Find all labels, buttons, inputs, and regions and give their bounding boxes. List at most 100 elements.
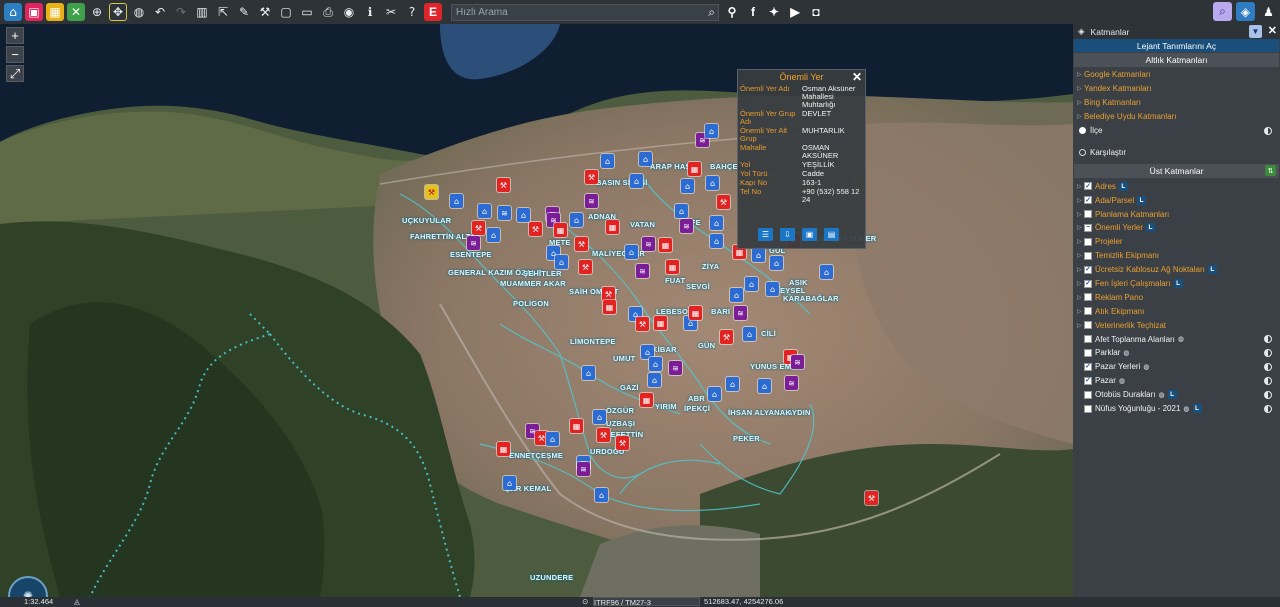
- address-marker-icon[interactable]: ⌂: [730, 288, 743, 302]
- work-site-marker-icon[interactable]: ⚒: [529, 222, 542, 236]
- document-icon[interactable]: ▤: [824, 228, 839, 241]
- instagram-icon[interactable]: ◘: [808, 4, 824, 20]
- base-layer-yandex[interactable]: ▷ Yandex Katmanları: [1073, 82, 1280, 96]
- layer-pazar-yerleri[interactable]: ✓ Pazar Yerleri ◍: [1073, 360, 1280, 374]
- redo-icon[interactable]: ↷: [172, 3, 190, 21]
- search-input[interactable]: [456, 6, 696, 18]
- layer-ada-parsel[interactable]: ▷ ✓ Ada/Parsel L: [1073, 193, 1280, 207]
- address-marker-icon[interactable]: ⌂: [625, 245, 638, 259]
- work-site-marker-icon[interactable]: ⚒: [602, 287, 615, 301]
- legend-icon[interactable]: L: [1146, 223, 1156, 233]
- close-icon[interactable]: ✕: [1268, 24, 1277, 37]
- layer-parklar[interactable]: Parklar ◍: [1073, 346, 1280, 360]
- layer-checkbox[interactable]: [1084, 237, 1092, 246]
- work-site-marker-icon[interactable]: ⚒: [585, 170, 598, 184]
- layer-afet[interactable]: Afet Toplanma Alanları ◍: [1073, 332, 1280, 346]
- address-marker-icon[interactable]: ⌂: [708, 387, 721, 401]
- address-marker-icon[interactable]: ⌂: [743, 327, 756, 341]
- address-marker-icon[interactable]: ⌂: [820, 265, 833, 279]
- base-layer-bing[interactable]: ▷ Bing Katmanları: [1073, 96, 1280, 110]
- opacity-icon[interactable]: [1264, 390, 1272, 399]
- address-marker-icon[interactable]: ⌂: [706, 176, 719, 190]
- map-view[interactable]: + − ⤢ UÇKUYULAR FAHRETTİN ALTAY ESENTEPE…: [0, 24, 1073, 597]
- wifi-marker-icon[interactable]: ≋: [636, 264, 649, 278]
- layer-adres[interactable]: ▷ ✓ Adres L: [1073, 179, 1280, 193]
- info-pin-icon[interactable]: ◉: [340, 3, 358, 21]
- legend-icon[interactable]: L: [1118, 181, 1128, 191]
- wifi-marker-icon[interactable]: ≋: [585, 194, 598, 208]
- address-marker-icon[interactable]: ⌂: [450, 194, 463, 208]
- layer-projeler[interactable]: ▷ Projeler: [1073, 235, 1280, 249]
- work-site-marker-icon[interactable]: ⚒: [597, 428, 610, 442]
- wifi-marker-icon[interactable]: ≋: [734, 306, 747, 320]
- expand-icon[interactable]: ✕: [67, 3, 85, 21]
- expand-arrow-icon[interactable]: ▷: [1077, 322, 1084, 329]
- move-icon[interactable]: ✥: [109, 3, 127, 21]
- legend-icon[interactable]: L: [1167, 390, 1177, 400]
- layer-checkbox[interactable]: ✓: [1084, 279, 1092, 288]
- zoom-in-icon[interactable]: ⊕: [88, 3, 106, 21]
- save-icon[interactable]: ▣: [25, 3, 43, 21]
- layer-checkbox[interactable]: [1084, 335, 1092, 344]
- expand-arrow-icon[interactable]: ▷: [1077, 183, 1084, 190]
- work-site-marker-icon[interactable]: ⚒: [425, 185, 438, 199]
- market-marker-icon[interactable]: ▦: [606, 220, 619, 234]
- layer-checkbox[interactable]: ✓: [1084, 182, 1092, 191]
- undo-icon[interactable]: ↶: [151, 3, 169, 21]
- search-icon[interactable]: ⌕: [708, 5, 715, 20]
- market-marker-icon[interactable]: ▦: [554, 223, 567, 237]
- wifi-marker-icon[interactable]: ≋: [791, 355, 804, 369]
- layer-planlama[interactable]: ▷ Planlama Katmanları: [1073, 207, 1280, 221]
- layer-checkbox[interactable]: −: [1084, 223, 1092, 232]
- base-layer-municipal[interactable]: ▷ Belediye Uydu Katmanları: [1073, 110, 1280, 124]
- address-marker-icon[interactable]: ⌂: [648, 373, 661, 387]
- address-marker-icon[interactable]: ⌂: [710, 234, 723, 248]
- address-marker-icon[interactable]: ⌂: [487, 228, 500, 242]
- wifi-marker-icon[interactable]: ≋: [467, 236, 480, 250]
- layer-reklam-pano[interactable]: ▷ Reklam Pano: [1073, 290, 1280, 304]
- address-marker-icon[interactable]: ⌂: [758, 379, 771, 393]
- opacity-icon[interactable]: [1264, 349, 1272, 358]
- legend-icon[interactable]: L: [1173, 279, 1183, 289]
- layer-checkbox[interactable]: [1084, 390, 1092, 399]
- expand-arrow-icon[interactable]: ▷: [1077, 99, 1084, 106]
- trash-icon[interactable]: ▥: [193, 3, 211, 21]
- work-site-marker-icon[interactable]: ⚒: [865, 491, 878, 505]
- layer-checkbox[interactable]: [1084, 321, 1092, 330]
- address-marker-icon[interactable]: ⌂: [546, 432, 559, 446]
- zoom-out-button[interactable]: −: [6, 46, 24, 63]
- radio-ilce[interactable]: İlçe: [1073, 124, 1280, 138]
- layer-onemli-yerler[interactable]: ▷ − Önemli Yerler L: [1073, 221, 1280, 235]
- work-site-marker-icon[interactable]: ⚒: [717, 195, 730, 209]
- wifi-marker-icon[interactable]: ≋: [785, 376, 798, 390]
- print-icon[interactable]: ⎙: [319, 3, 337, 21]
- work-site-marker-icon[interactable]: ⚒: [636, 317, 649, 331]
- frame-icon[interactable]: ▢: [277, 3, 295, 21]
- layer-checkbox[interactable]: [1084, 210, 1092, 219]
- address-marker-icon[interactable]: ⌂: [503, 476, 516, 490]
- filter-icon[interactable]: ▼: [1249, 25, 1262, 38]
- layer-checkbox[interactable]: ✓: [1084, 265, 1092, 274]
- market-marker-icon[interactable]: ▦: [659, 238, 672, 252]
- expand-arrow-icon[interactable]: ▷: [1077, 280, 1084, 287]
- layers-icon[interactable]: ◈: [1236, 2, 1255, 21]
- legend-icon[interactable]: L: [1207, 265, 1217, 275]
- layer-wifi[interactable]: ▷ ✓ Ücretsiz Kablosuz Ağ Noktaları L: [1073, 263, 1280, 277]
- opacity-icon[interactable]: [1264, 362, 1272, 371]
- layer-checkbox[interactable]: [1084, 293, 1092, 302]
- opacity-icon[interactable]: [1264, 335, 1272, 344]
- address-marker-icon[interactable]: ⌂: [710, 216, 723, 230]
- layer-veterinerlik[interactable]: ▷ Veterinerlik Teçhizat: [1073, 318, 1280, 332]
- opacity-icon[interactable]: [1264, 404, 1272, 413]
- wifi-marker-icon[interactable]: ≋: [498, 206, 511, 220]
- search-layer-icon[interactable]: ⌕: [1213, 2, 1232, 21]
- info-icon[interactable]: ℹ: [361, 3, 379, 21]
- home-icon[interactable]: ⌂: [4, 3, 22, 21]
- layer-nufus-yogunlugu[interactable]: Nüfus Yoğunluğu - 2021 ◍ L: [1073, 402, 1280, 416]
- base-layer-google[interactable]: ▷ Google Katmanları: [1073, 68, 1280, 82]
- address-marker-icon[interactable]: ⌂: [649, 357, 662, 371]
- layer-checkbox[interactable]: [1084, 404, 1092, 413]
- expand-arrow-icon[interactable]: ▷: [1077, 211, 1084, 218]
- market-marker-icon[interactable]: ▦: [570, 419, 583, 433]
- opacity-icon[interactable]: [1264, 126, 1272, 135]
